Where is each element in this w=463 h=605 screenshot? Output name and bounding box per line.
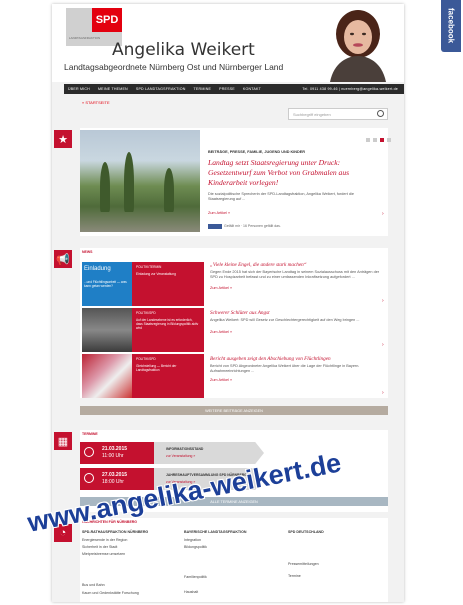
tree-shape	[124, 152, 134, 212]
calendar-icon: ▦	[54, 432, 72, 450]
event-date: 27.03.2015	[102, 472, 128, 478]
footer-link[interactable]: Haushalt	[184, 590, 198, 594]
feature-kicker: BEITRÄGE, PRESSE, FAMILIE, JUGEND UND KI…	[208, 150, 306, 154]
chevron-right-icon[interactable]: ›	[382, 298, 384, 304]
footer-column-title: BAYERISCHE LANDTAGSFRAKTION	[184, 530, 247, 534]
megaphone-icon: 📢	[54, 250, 72, 268]
slider-dot[interactable]	[387, 138, 391, 142]
news-thumb-image: Einladung ...und Flüchtlingsarbeit — was…	[82, 262, 132, 306]
search-input[interactable]: Suchbegriff eingeben	[288, 108, 388, 120]
event-info: INFORMATIONSSTAND zur Veranstaltung »	[154, 442, 264, 464]
news-thumb-title: Gleichstellung — Bericht der Landtagsfra…	[136, 364, 177, 372]
news-article-more[interactable]: Zum Artikel »	[210, 378, 232, 382]
event-date-block: 21.03.2015 11:00 Uhr	[80, 442, 154, 464]
facebook-like-button[interactable]	[208, 224, 222, 229]
slider-dot[interactable]	[373, 138, 377, 142]
news-thumb[interactable]: Einladung ...und Flüchtlingsarbeit — was…	[82, 262, 204, 306]
slider-dot[interactable]	[366, 138, 370, 142]
news-thumb-image	[82, 308, 132, 352]
site-title: Angelika Weikert	[112, 40, 255, 60]
footer-link[interactable]: Mietpreisbremse umsetzen	[82, 552, 125, 556]
tree-shape	[164, 168, 174, 212]
news-thumb-image	[82, 354, 132, 398]
facebook-tab[interactable]: facebook	[441, 0, 461, 52]
footer-column-title: SPD DEUTSCHLAND	[288, 530, 324, 534]
news-thumb[interactable]: POLITIK/SPD Gleichstellung — Bericht der…	[82, 354, 204, 398]
feature-headline[interactable]: Landtag setzt Staatsregierung unter Druc…	[208, 158, 384, 188]
footer-link[interactable]: Kaum und Gedenkstätte Forschung	[82, 591, 139, 595]
news-thumb[interactable]: POLITIK/SPD Auf der Landesebene ist es e…	[82, 308, 204, 352]
news-thumb-title: Auf der Landesebene ist es erforderlich,…	[136, 318, 199, 330]
portrait-photo	[324, 4, 392, 82]
footer-column-title: SPD-RATHAUSFRAKTION NÜRNBERG	[82, 530, 149, 534]
footer-link[interactable]: Bildungspolitik	[184, 545, 207, 549]
footer-link[interactable]: Sicherheit in der Stadt	[82, 545, 117, 549]
news-article-body: Angelika Weikert: SPD will Gesetz zur Ge…	[210, 318, 360, 322]
nav-item-ueber-mich[interactable]: Über mich	[68, 87, 90, 91]
main-navigation: Über mich Meine Themen SPD Landtagsfrakt…	[64, 84, 404, 94]
nav-item-presse[interactable]: Presse	[219, 87, 235, 91]
news-thumb-image-title: Einladung	[84, 266, 111, 272]
chevron-right-icon[interactable]: ›	[382, 342, 384, 348]
spd-logo-subtext: LANDTAGSFRAKTION	[69, 36, 101, 40]
news-article-more[interactable]: Zum Artikel »	[210, 330, 232, 334]
news-thumb-title: Einladung zur Veranstaltung	[136, 272, 176, 276]
news-thumb-caption: POLITIK/TERMIN Einladung zur Veranstaltu…	[132, 262, 204, 306]
footer-link[interactable]: Termine	[288, 574, 301, 578]
news-article-body: Gegen Ende 2015 hat sich der Bayerische …	[210, 270, 380, 279]
search-placeholder: Suchbegriff eingeben	[293, 112, 331, 117]
feature-image-cemetery[interactable]	[80, 130, 200, 232]
footer-link[interactable]: Familienpolitik	[184, 575, 207, 579]
breadcrumb[interactable]: « STARTSEITE	[82, 100, 110, 105]
nav-item-landtagsfraktion[interactable]: SPD Landtagsfraktion	[136, 87, 186, 91]
news-thumb-caption: POLITIK/SPD Auf der Landesebene ist es e…	[132, 308, 204, 352]
tree-shape	[100, 162, 110, 212]
clock-icon	[84, 447, 94, 457]
news-article-more[interactable]: Zum Artikel »	[210, 286, 232, 290]
facebook-like-count: Gefällt mir · 16 Personen gefällt das.	[224, 224, 281, 228]
star-icon: ★	[54, 130, 72, 148]
portrait-image	[330, 10, 386, 82]
footer-link[interactable]: Integration	[184, 538, 201, 542]
more-posts-button[interactable]: WEITERE BEITRÄGE ANZEIGEN	[80, 406, 388, 415]
footer-link[interactable]: Pressemitteilungen	[288, 562, 319, 566]
event-date: 21.03.2015	[102, 446, 128, 452]
feature-body: Die sozialpolitische Sprecherin der SPD-…	[208, 192, 354, 201]
news-thumb-label: POLITIK/SPD	[136, 311, 156, 315]
news-thumb-caption: POLITIK/SPD Gleichstellung — Bericht der…	[132, 354, 204, 398]
footer-link[interactable]: Energiewende in der Region	[82, 538, 127, 542]
news-article-title[interactable]: Schwerer Schlüter aus Angst	[210, 310, 380, 316]
slider-dot-active[interactable]	[380, 138, 384, 142]
event-time: 11:00 Uhr	[102, 453, 124, 459]
chevron-right-icon[interactable]: ›	[382, 390, 384, 396]
event-time: 18:00 Uhr	[102, 479, 124, 485]
news-thumb-image-subtitle: ...und Flüchtlingsarbeit — was kann geta…	[84, 280, 127, 288]
news-article-title[interactable]: Bericht ausgeben zeigt den Abschiebung v…	[210, 356, 380, 362]
news-thumb-label: POLITIK/TERMIN	[136, 265, 162, 269]
event-title: INFORMATIONSSTAND	[166, 447, 204, 451]
search-icon[interactable]	[377, 110, 384, 117]
footer-link[interactable]: Bus und Bahn	[82, 583, 105, 587]
nav-item-themen[interactable]: Meine Themen	[98, 87, 128, 91]
news-article-body: Bericht von SPD Abgeordneter Angelika We…	[210, 364, 360, 373]
news-article-title[interactable]: „Viele kleine Engel, die andere stark ma…	[210, 262, 380, 268]
news-section-title: NEWS	[82, 250, 93, 254]
nav-contact-info: Tel. 0911 438 99-46 | nuernberg@angelika…	[302, 87, 398, 91]
page: facebook SPD LANDTAGSFRAKTION Angelika W…	[0, 0, 463, 605]
chevron-right-icon[interactable]: ›	[382, 211, 384, 217]
nav-item-kontakt[interactable]: Kontakt	[243, 87, 261, 91]
news-thumb-label: POLITIK/SPD	[136, 357, 156, 361]
slider-dots	[366, 138, 391, 142]
feature-more-link[interactable]: Zum Artikel »	[208, 211, 230, 215]
site-header: SPD LANDTAGSFRAKTION Angelika Weikert La…	[52, 4, 404, 82]
clock-icon	[84, 473, 94, 483]
event-link[interactable]: zur Veranstaltung »	[166, 454, 195, 458]
nav-item-termine[interactable]: Termine	[194, 87, 212, 91]
site-subtitle: Landtagsabgeordnete Nürnberg Ost und Nür…	[64, 62, 284, 72]
termine-section-title: TERMINE	[82, 432, 98, 436]
spd-logo-mark: SPD	[92, 8, 122, 32]
